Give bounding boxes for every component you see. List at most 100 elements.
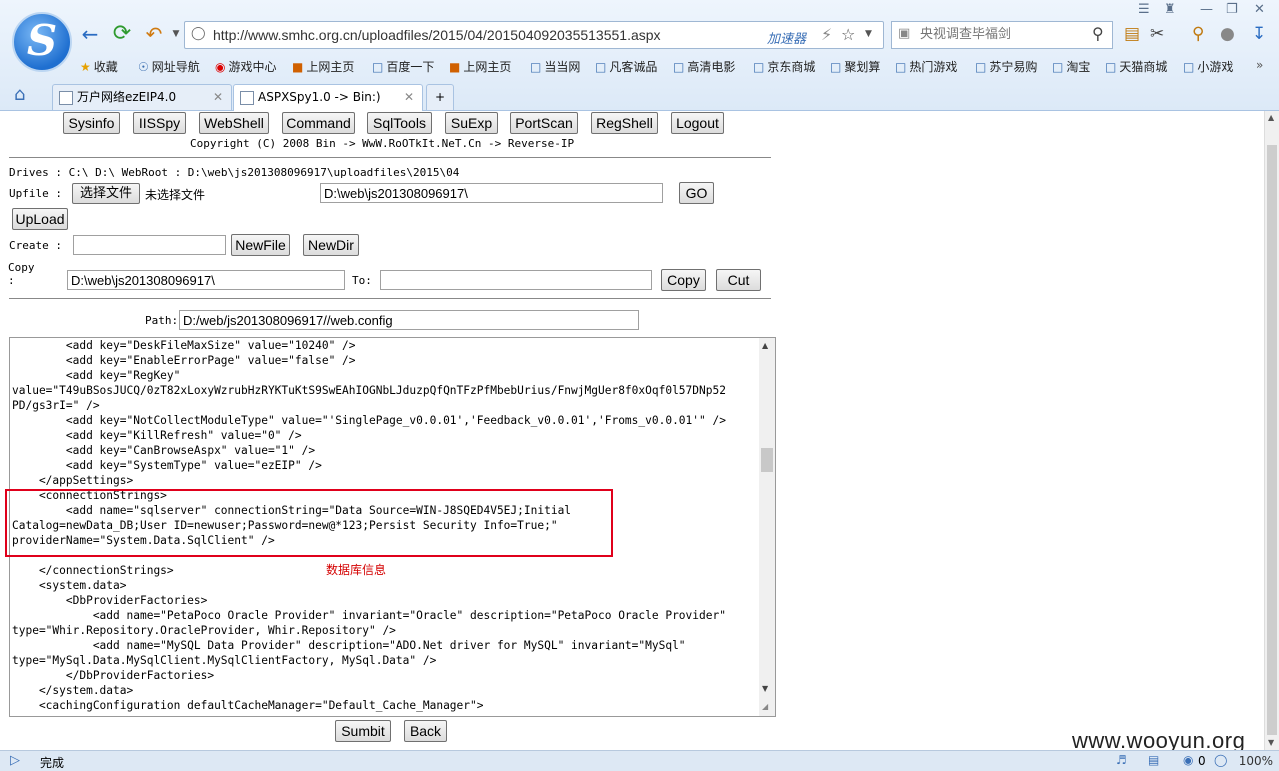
bookmark-item[interactable]: □ 热门游戏 xyxy=(895,58,957,75)
search-box[interactable]: ▣ ⚲ xyxy=(891,21,1113,49)
bookmark-item[interactable]: ■ 上网主页 xyxy=(292,58,354,75)
copy-label: Copy xyxy=(8,261,35,274)
plus-icon: + xyxy=(434,90,446,104)
search-input[interactable] xyxy=(918,26,1082,43)
page-icon xyxy=(59,91,73,105)
editor-scrollbar[interactable]: ▲ ▼ ◢ xyxy=(759,338,775,716)
scrollbar-thumb[interactable] xyxy=(1267,145,1277,735)
speaker-icon[interactable]: ♬ xyxy=(1116,753,1127,767)
search-icon[interactable]: ⚲ xyxy=(1092,24,1104,43)
submit-button[interactable]: Sumbit xyxy=(335,720,391,742)
home-icon[interactable]: ⌂ xyxy=(14,84,25,105)
bookmark-item[interactable]: □ 聚划算 xyxy=(830,58,880,75)
scroll-up-icon[interactable]: ▲ xyxy=(762,341,768,350)
close-icon[interactable]: ✕ xyxy=(404,85,414,109)
restore-icon[interactable]: ❐ xyxy=(1226,2,1238,17)
page-icon: □ xyxy=(595,60,607,74)
bookmark-item[interactable]: □ 高清电影 xyxy=(673,58,735,75)
notification-count: 0 xyxy=(1198,754,1206,768)
browser-chrome: S ← ⟳ ↶ ▼ ◯ http://www.smhc.org.cn/uploa… xyxy=(0,0,1279,112)
close-icon[interactable]: ✕ xyxy=(213,85,223,109)
bookmark-item[interactable]: ◉ 游戏中心 xyxy=(215,58,277,75)
create-input[interactable] xyxy=(73,235,226,255)
address-bar[interactable]: ◯ http://www.smhc.org.cn/uploadfiles/201… xyxy=(184,21,884,49)
page-scrollbar[interactable]: ▲ ▼ xyxy=(1264,111,1279,750)
portscan-button[interactable]: PortScan xyxy=(510,112,578,134)
page-icon xyxy=(240,91,254,105)
newfile-button[interactable]: NewFile xyxy=(231,234,290,256)
bookmark-item[interactable]: □ 淘宝 xyxy=(1052,58,1090,75)
search-engine-icon[interactable]: ▣ xyxy=(898,26,910,41)
security-icon[interactable]: ◯ xyxy=(1214,753,1227,767)
db-info-annotation: 数据库信息 xyxy=(326,563,387,577)
cut-button[interactable]: Cut xyxy=(716,269,761,291)
bookmark-item[interactable]: □ 京东商城 xyxy=(753,58,815,75)
bookmark-item[interactable]: ☉ 网址导航 xyxy=(138,58,200,75)
new-tab-button[interactable]: + xyxy=(426,84,454,110)
newdir-button[interactable]: NewDir xyxy=(303,234,359,256)
upload-path-input[interactable]: D:\web\js201308096917\ xyxy=(320,183,663,203)
sqltools-button[interactable]: SqlTools xyxy=(367,112,432,134)
go-button[interactable]: GO xyxy=(679,182,714,204)
back-button[interactable]: Back xyxy=(404,720,447,742)
bookmark-item[interactable]: □ 凡客诚品 xyxy=(595,58,657,75)
bookmark-item[interactable]: □ 小游戏 xyxy=(1183,58,1233,75)
zoom-level[interactable]: 100% xyxy=(1239,754,1273,768)
star-icon[interactable]: ☆ xyxy=(841,25,855,44)
chevron-down-icon[interactable]: ▼ xyxy=(865,29,872,39)
bookmarks-bar: ★ 收藏 ☉ 网址导航 ◉ 游戏中心 ■ 上网主页 □ 百度一下 ■ 上网主页 □ 当当网 □… xyxy=(0,55,1279,77)
upload-button[interactable]: UpLoad xyxy=(12,208,68,230)
key-icon[interactable]: ⚲ xyxy=(1192,24,1204,44)
download-manager-icon[interactable]: ▤ xyxy=(1148,753,1159,767)
scissors-icon[interactable]: ✂ xyxy=(1150,24,1164,44)
sidebar-toggle-icon[interactable]: ▷ xyxy=(10,753,20,768)
bookmark-item[interactable]: □ 天猫商城 xyxy=(1105,58,1167,75)
bookmark-item[interactable]: □ 当当网 xyxy=(530,58,580,75)
to-label: To: xyxy=(352,274,372,287)
command-button[interactable]: Command xyxy=(282,112,355,134)
regshell-button[interactable]: RegShell xyxy=(591,112,658,134)
undo-close-icon[interactable]: ↶ xyxy=(142,22,166,46)
sysinfo-button[interactable]: Sysinfo xyxy=(63,112,120,134)
iisspy-button[interactable]: IISSpy xyxy=(133,112,186,134)
refresh-icon[interactable]: ⟳ xyxy=(110,22,134,46)
page-icon: □ xyxy=(1183,60,1195,74)
copy-to-input[interactable] xyxy=(380,270,652,290)
tab-ezeip[interactable]: 万户网络ezEIP4.0 ✕ xyxy=(52,84,232,110)
menu-icon[interactable]: ☰ xyxy=(1138,2,1150,17)
resize-grip-icon[interactable]: ◢ xyxy=(762,702,768,711)
lightning-icon[interactable]: ⚡ xyxy=(821,25,832,44)
star-icon: ★ xyxy=(80,60,91,74)
minimize-icon[interactable]: — xyxy=(1200,2,1213,17)
page-content: Sysinfo IISSpy WebShell Command SqlTools… xyxy=(0,111,1264,750)
back-arrow-icon[interactable]: ← xyxy=(78,22,102,46)
skin-icon[interactable]: ♜ xyxy=(1164,2,1176,17)
notification-icon[interactable]: ◉ xyxy=(1183,753,1193,767)
accelerator-label[interactable]: 加速器 xyxy=(767,28,806,47)
scroll-down-icon[interactable]: ▼ xyxy=(762,684,768,693)
chat-icon[interactable]: ● xyxy=(1220,24,1235,44)
bookmark-item[interactable]: □ 百度一下 xyxy=(372,58,434,75)
create-label: Create : xyxy=(9,239,62,252)
highlight-box xyxy=(5,489,613,557)
address-url[interactable]: http://www.smhc.org.cn/uploadfiles/2015/… xyxy=(213,27,661,43)
scroll-down-icon[interactable]: ▼ xyxy=(1268,738,1274,747)
webshell-button[interactable]: WebShell xyxy=(199,112,269,134)
copy-button[interactable]: Copy xyxy=(661,269,706,291)
choose-file-button[interactable]: 选择文件 xyxy=(72,183,140,204)
close-icon[interactable]: ✕ xyxy=(1254,2,1265,17)
tab-aspxspy[interactable]: ASPXSpy1.0 -> Bin:) ✕ xyxy=(233,84,423,112)
bookmark-item[interactable]: ★ 收藏 xyxy=(80,58,118,75)
scroll-up-icon[interactable]: ▲ xyxy=(1268,113,1274,122)
copy-from-input[interactable]: D:\web\js201308096917\ xyxy=(67,270,345,290)
path-input[interactable]: D:/web/js201308096917//web.config xyxy=(179,310,639,330)
chevron-right-icon[interactable]: » xyxy=(1256,58,1263,72)
clipboard-icon[interactable]: ▤ xyxy=(1124,24,1140,44)
suexp-button[interactable]: SuExp xyxy=(445,112,498,134)
path-label: Path: xyxy=(145,314,179,327)
download-icon[interactable]: ↧ xyxy=(1252,24,1266,44)
bookmark-item[interactable]: □ 苏宁易购 xyxy=(975,58,1037,75)
scrollbar-thumb[interactable] xyxy=(761,448,773,472)
logout-button[interactable]: Logout xyxy=(671,112,724,134)
bookmark-item[interactable]: ■ 上网主页 xyxy=(449,58,511,75)
